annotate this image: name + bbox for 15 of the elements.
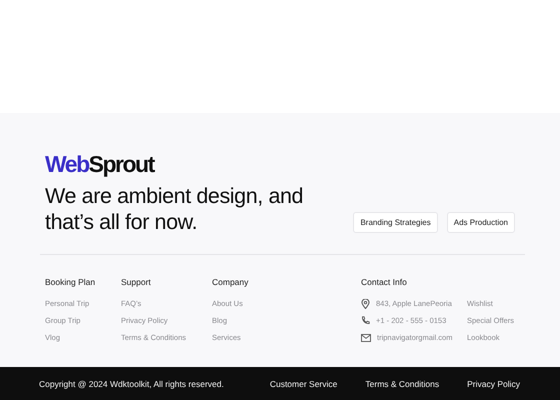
column-heading: Contact Info xyxy=(361,277,408,287)
column-heading: Booking Plan xyxy=(45,277,96,287)
column-heading: Company xyxy=(212,277,250,287)
tag-button[interactable]: Ads Production xyxy=(446,212,515,233)
phone-icon xyxy=(361,316,370,325)
envelope-icon xyxy=(361,334,371,342)
copyright-text: Copyright @ 2024 Wdktoolkit, All rights reserved. xyxy=(39,378,225,388)
location-pin-icon xyxy=(361,298,370,308)
column-heading: Support xyxy=(121,277,152,287)
tagline: We are ambient design, and that’s all for now. xyxy=(45,183,304,235)
bottom-link[interactable]: Terms & Conditions xyxy=(365,378,440,388)
bottom-link[interactable]: Customer Service xyxy=(270,378,338,388)
bottom-link[interactable]: Privacy Policy xyxy=(467,378,520,388)
tag-button[interactable]: Branding Strategies xyxy=(353,212,438,233)
logo[interactable]: WebSprout xyxy=(45,151,154,177)
